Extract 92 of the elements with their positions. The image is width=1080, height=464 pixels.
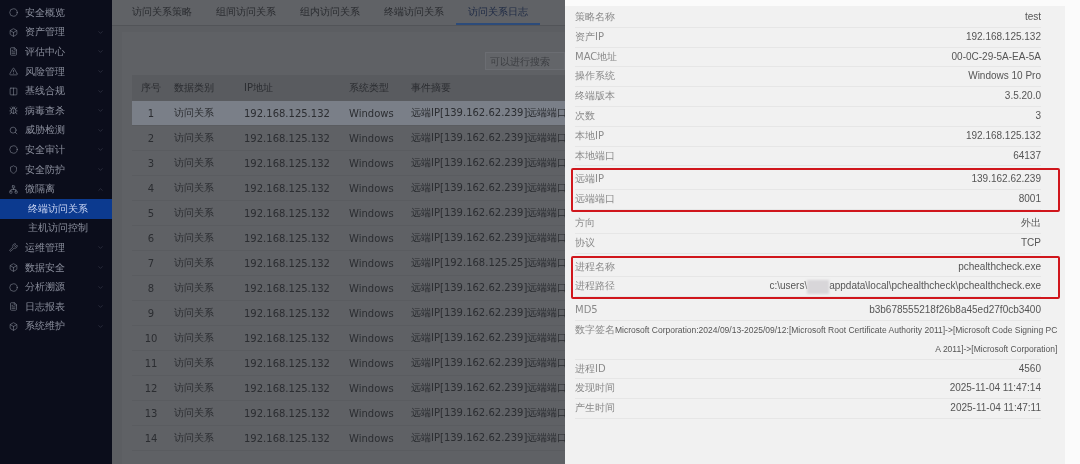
sidebar-item[interactable]: 分析溯源 [0,277,112,297]
columns-icon [9,86,18,96]
chevron-icon [97,303,104,311]
chevron-icon [97,185,104,193]
field-value: pchealthcheck.exe [958,259,1041,274]
sidebar-item[interactable]: 病毒查杀 [0,100,112,121]
sidebar-subitem[interactable]: 主机访问控制 [0,218,112,239]
chevron-icon [97,166,104,174]
field-value: Microsoft Corporation:2024/09/13-2025/09/12:[Microsoft Root Certificate Authority 2011]->[Microsoft Code Signing PC [615,323,1058,337]
field-label: 本地端口 [575,148,615,163]
field-value: appdata\local\pchealthcheck\pchealthcheck.exe [829,279,1041,294]
chevron-icon [97,28,104,36]
field-label: 协议 [575,235,595,250]
sidebar-item[interactable]: 风险管理 [0,61,112,82]
field-value: 3.5.20.0 [1004,89,1041,104]
field-label: 进程名称 [575,259,615,274]
chevron-icon [97,283,104,291]
document-icon [9,47,18,57]
circle-icon [9,282,18,292]
table-cell-text: 访问关系 [173,106,215,120]
field-value: 3 [1035,109,1041,123]
sidebar-subitem[interactable]: 终端访问关系 [0,198,112,219]
document-icon [9,302,18,312]
field-label: 策略名称 [575,10,615,24]
box-icon [9,27,18,37]
chevron-icon [97,107,104,115]
chevron-icon [97,146,104,154]
field-label: 进程路径 [575,279,615,294]
network-icon [9,184,18,194]
search-icon [9,125,18,135]
table-row[interactable]: 1 访问关系 192.168.125.132 Windows 远端IP[139.162.62.239]远端端口 [132,101,565,126]
field-label: 远端IP [575,172,604,187]
field-value: 64137 [1013,148,1041,163]
field-value: 8001 [1018,192,1041,207]
field-label: MD5 [575,303,598,318]
field-label: 资产IP [575,29,604,44]
chevron-icon [97,244,104,252]
chevron-icon [97,264,104,271]
sidebar-item[interactable]: 基线合规 [0,81,112,101]
shield-icon [9,165,18,175]
sidebar-item[interactable]: 运维管理 [0,238,112,258]
chevron-icon [97,87,104,95]
field-value: A 2011]->[Microsoft Corporation] [935,342,1058,356]
field-value: c:\users\ [769,279,808,294]
sidebar-item[interactable]: 数据安全 [0,257,112,278]
field-value: Windows 10 Pro [968,69,1041,84]
chevron-icon [97,322,104,330]
sidebar-item[interactable]: 资产管理 [0,22,112,43]
field-value: TCP [1021,235,1041,250]
table-cell-text: Windows [348,107,395,119]
field-label: 远端端口 [575,192,615,207]
sidebar-item[interactable]: 安全概览 [0,3,112,23]
sidebar-item[interactable]: 威胁检测 [0,120,112,141]
box-icon [9,321,18,331]
field-label: 次数 [575,109,595,123]
field-value: test [1024,10,1041,24]
table-cell-text: 192.168.125.132 [243,107,331,119]
sidebar-item[interactable]: 安全审计 [0,140,112,160]
field-value: 外出 [1021,215,1041,230]
table-cell-text: 1 [146,107,156,119]
field-value: 139.162.62.239 [971,172,1041,187]
field-label: 终端版本 [575,89,615,104]
warning-icon [9,67,18,77]
field-value: 192.168.125.132 [965,29,1041,44]
chevron-icon [97,126,104,134]
sidebar-item[interactable]: 评估中心 [0,42,112,62]
wrench-icon [9,243,18,253]
field-label: 操作系统 [575,69,615,84]
table-cell-text: 远端IP[139.162.62.239]远端端口 [410,106,565,120]
box-icon [9,263,18,272]
sidebar-item[interactable]: 系统维护 [0,316,112,337]
sidebar-item[interactable]: 微隔离 [0,179,112,199]
circle-icon [9,8,18,18]
field-label: 产生时间 [575,401,615,416]
circle-icon [9,145,18,155]
field-value: 00-0C-29-5A-EA-5A [951,49,1041,64]
field-label: 数字签名 [575,322,615,337]
field-value: 192.168.125.132 [965,128,1041,143]
field-label: 本地IP [575,128,604,143]
chevron-icon [97,68,104,76]
field-value: b3b678555218f26b8a45ed27f0cb3400 [869,303,1041,318]
chevron-icon [97,48,104,56]
field-value: 2025-11-04 11:47:14 [949,381,1041,396]
field-label: 发现时间 [575,381,615,396]
sidebar-item[interactable]: 日志报表 [0,296,112,317]
field-label: MAC地址 [575,49,618,64]
sidebar-item[interactable]: 安全防护 [0,159,112,180]
field-value: 4560 [1018,361,1041,376]
bug-icon [9,106,18,116]
field-label: 进程ID [575,361,606,376]
field-value: 2025-11-04 11:47:11 [950,401,1041,416]
field-label: 方向 [575,215,595,230]
